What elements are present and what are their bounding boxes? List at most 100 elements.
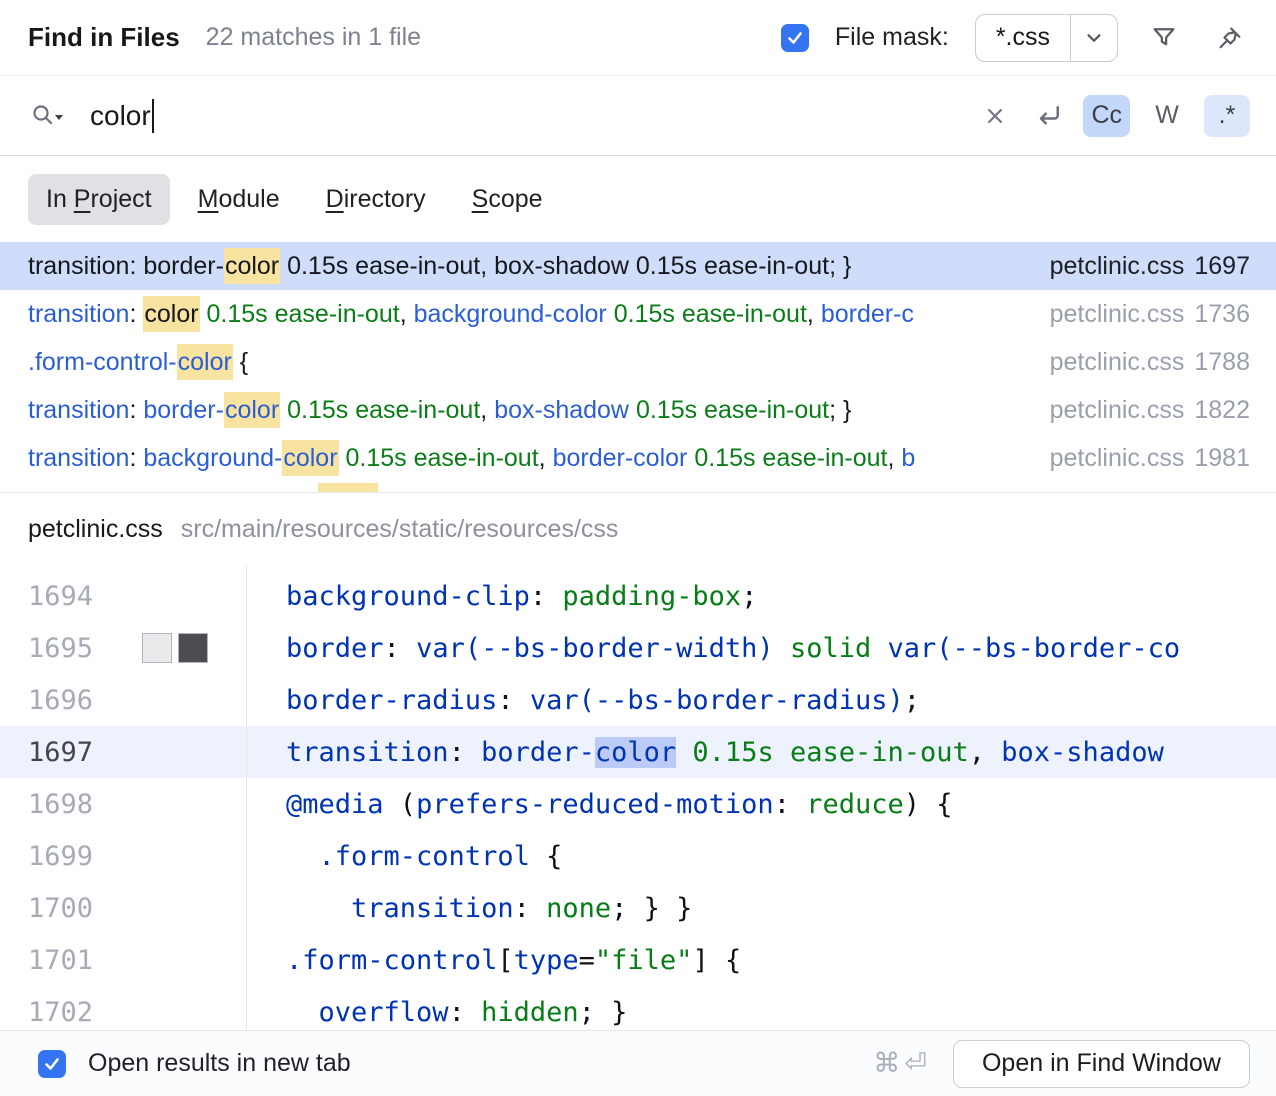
scope-tab-module[interactable]: Module xyxy=(180,174,298,225)
search-icon[interactable] xyxy=(30,101,66,131)
scope-tab-scope[interactable]: Scope xyxy=(454,174,561,225)
code-segment xyxy=(774,633,790,664)
code-segment: color xyxy=(177,344,233,380)
editor-line[interactable]: 1696 border-radius: var(--bs-border-radi… xyxy=(0,674,1276,726)
code-segment: color xyxy=(224,248,280,284)
editor-gutter: 1700 xyxy=(0,893,246,924)
regex-toggle[interactable]: .* xyxy=(1204,95,1250,137)
code-segment: : xyxy=(129,396,143,424)
editor-line[interactable]: 1701 .form-control[type="file"] { xyxy=(0,934,1276,986)
code-segment: border-color xyxy=(553,444,688,472)
code-segment: b xyxy=(901,444,915,472)
result-location: petclinic.css1697 xyxy=(980,242,1276,290)
code-segment: , xyxy=(888,444,902,472)
editor-line[interactable]: 1702 overflow: hidden; } xyxy=(0,986,1276,1030)
editor-code: transition: none; } } xyxy=(246,893,1276,924)
file-mask-checkbox[interactable] xyxy=(781,24,809,52)
code-segment xyxy=(629,396,636,424)
search-bar: color Cc W .* xyxy=(0,76,1276,156)
code-segment: , xyxy=(480,396,494,424)
code-segment: { xyxy=(530,841,563,872)
file-mask-label: File mask: xyxy=(835,23,949,52)
editor-line[interactable]: 1700 transition: none; } } xyxy=(0,882,1276,934)
result-file: petclinic.css xyxy=(1050,348,1185,377)
code-segment: transition xyxy=(28,444,129,472)
line-number: 1695 xyxy=(28,633,136,664)
code-segment: var(--bs-border-radius) xyxy=(530,685,904,716)
editor-line[interactable]: 1698 @media (prefers-reduced-motion: red… xyxy=(0,778,1276,830)
preview-file-name: petclinic.css xyxy=(28,515,163,544)
page-title: Find in Files xyxy=(28,22,180,53)
open-in-new-tab-checkbox[interactable] xyxy=(38,1050,66,1078)
editor-line[interactable]: 1699 .form-control { xyxy=(0,830,1276,882)
code-segment: transition: border- xyxy=(28,252,224,280)
pin-icon[interactable] xyxy=(1210,18,1250,58)
scope-tab-directory[interactable]: Directory xyxy=(308,174,444,225)
editor-gutter: 1695 xyxy=(0,633,246,664)
line-number: 1694 xyxy=(28,581,136,612)
result-file: petclinic.css xyxy=(1050,444,1185,473)
editor-code: border: var(--bs-border-width) solid var… xyxy=(246,633,1276,664)
result-row[interactable]: transition: color 0.15s ease-in-out, bac… xyxy=(0,290,1276,338)
result-file: petclinic.css xyxy=(1050,396,1185,425)
code-segment: box-shadow xyxy=(1001,737,1164,768)
match-case-toggle[interactable]: Cc xyxy=(1083,95,1130,137)
code-segment: "file" xyxy=(595,945,693,976)
code-segment: ; xyxy=(741,581,757,612)
result-line: 1822 xyxy=(1194,396,1250,425)
newline-icon[interactable] xyxy=(1029,96,1069,136)
result-row[interactable]: .form-control-color { petclinic.css1788 xyxy=(0,338,1276,386)
result-location: petclinic.css 1822 xyxy=(980,386,1276,434)
result-row[interactable]: transition: background-color 0.15s ease-… xyxy=(0,434,1276,482)
code-segment: none xyxy=(546,893,611,924)
code-segment: background- xyxy=(143,444,282,472)
result-row[interactable]: transition: border-color 0.15s ease-in-o… xyxy=(0,242,1276,290)
code-segment: transition xyxy=(351,893,514,924)
editor-code: @media (prefers-reduced-motion: reduce) … xyxy=(246,789,1276,820)
code-segment xyxy=(200,300,207,328)
editor-line[interactable]: 1694 background-clip: padding-box; xyxy=(0,570,1276,622)
open-in-find-window-button[interactable]: Open in Find Window xyxy=(953,1040,1250,1088)
code-segment: reduce xyxy=(806,789,904,820)
chevron-down-icon[interactable] xyxy=(1071,15,1117,61)
code-segment: 0.15s ease-in-out, box-shadow 0.15s ease… xyxy=(280,252,851,280)
scope-tab-in-project[interactable]: In Project xyxy=(28,174,170,225)
code-segment: transition xyxy=(28,396,129,424)
color-swatch[interactable] xyxy=(178,633,208,663)
color-swatch[interactable] xyxy=(142,633,172,663)
code-segment: background-clip xyxy=(286,581,530,612)
result-line: 1981 xyxy=(1194,444,1250,473)
search-input[interactable]: color xyxy=(90,99,154,133)
editor-code: .form-control { xyxy=(246,841,1276,872)
filter-icon[interactable] xyxy=(1144,18,1184,58)
shortcut-hint: ⌘⏎ xyxy=(873,1048,931,1079)
results-list: transition: border-color 0.15s ease-in-o… xyxy=(0,242,1276,492)
code-segment: var(--bs-border-width) xyxy=(416,633,774,664)
line-number: 1696 xyxy=(28,685,136,716)
line-number: 1702 xyxy=(28,997,136,1028)
open-in-new-tab-label: Open results in new tab xyxy=(88,1049,351,1078)
code-segment: ; } xyxy=(579,997,628,1028)
editor-line[interactable]: 1695 border: var(--bs-border-width) soli… xyxy=(0,622,1276,674)
result-file: petclinic.css xyxy=(1050,252,1185,281)
result-row[interactable]: transition: border-color 0.15s ease-in-o… xyxy=(0,386,1276,434)
result-location: petclinic.css 1981 xyxy=(980,434,1276,482)
clipped-result-highlight xyxy=(318,483,378,492)
code-segment: border- xyxy=(481,737,595,768)
preview-file-path: src/main/resources/static/resources/css xyxy=(181,515,619,544)
code-segment: .form-control xyxy=(286,945,497,976)
code-segment: @media xyxy=(286,789,384,820)
editor-code: border-radius: var(--bs-border-radius); xyxy=(246,685,1276,716)
editor-line[interactable]: 1697 transition: border-color 0.15s ease… xyxy=(0,726,1276,778)
code-segment: : xyxy=(129,300,143,328)
editor-gutter: 1697 xyxy=(0,737,246,768)
code-segment: : xyxy=(497,685,530,716)
clear-search-icon[interactable] xyxy=(975,96,1015,136)
file-mask-combobox[interactable]: *.css xyxy=(975,14,1118,62)
code-segment: border xyxy=(286,633,384,664)
code-segment: 0.15s ease-in-out xyxy=(345,444,538,472)
result-line: 1736 xyxy=(1194,300,1250,329)
code-segment: ( xyxy=(384,789,417,820)
titlebar: Find in Files 22 matches in 1 file File … xyxy=(0,0,1276,76)
whole-words-toggle[interactable]: W xyxy=(1144,95,1190,137)
